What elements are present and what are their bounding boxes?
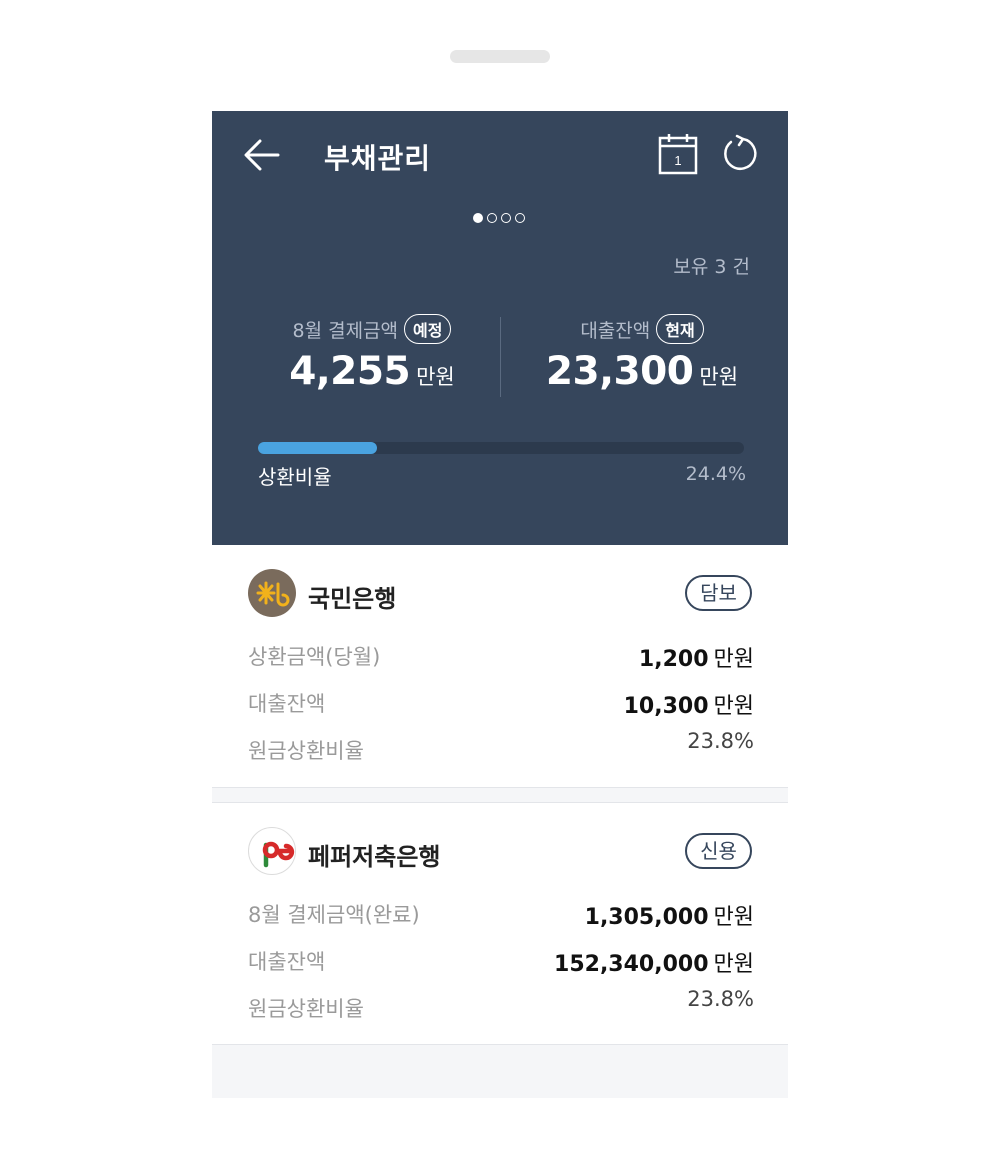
page-title: 부채관리 <box>324 142 432 175</box>
refresh-icon <box>724 134 757 170</box>
detail-value: 10,300 <box>623 694 709 719</box>
detail-label: 상환금액(당월) <box>248 645 381 669</box>
detail-unit: 만원 <box>713 905 754 930</box>
loan-card[interactable]: 페퍼저축은행 신용 8월 결제금액(완료) 1,305,000 만원 대출잔액 … <box>212 802 788 1045</box>
balance-amount: 23,300 <box>545 349 694 394</box>
page-dot[interactable] <box>501 213 511 223</box>
balance-label: 대출잔액 <box>580 319 651 342</box>
summary-divider <box>500 317 501 397</box>
detail-label: 대출잔액 <box>248 692 326 716</box>
back-arrow-icon <box>244 139 280 171</box>
detail-value: 23.8% <box>687 987 754 1011</box>
payment-status-badge: 예정 <box>404 314 452 344</box>
detail-label: 대출잔액 <box>248 950 326 974</box>
kb-bank-logo-icon <box>248 569 296 617</box>
repayment-progress-fill <box>258 442 377 454</box>
page-indicator <box>473 213 525 223</box>
holding-count: 보유 3 건 <box>673 256 750 278</box>
payment-label: 8월 결제금액 <box>292 319 399 342</box>
payment-amount: 4,255 <box>289 349 411 394</box>
page-dot[interactable] <box>515 213 525 223</box>
detail-value: 1,200 <box>638 647 709 672</box>
detail-unit: 만원 <box>713 952 754 977</box>
detail-label: 8월 결제금액(완료) <box>248 903 420 927</box>
loan-type-badge: 신용 <box>685 833 752 869</box>
payment-summary: 8월 결제금액 예정 4,255 만원 <box>247 313 497 394</box>
repayment-label: 상환비율 <box>258 465 332 489</box>
page-dot[interactable] <box>473 213 483 223</box>
device-notch <box>450 50 550 63</box>
detail-unit: 만원 <box>713 694 754 719</box>
detail-row: 8월 결제금액(완료) 1,305,000 만원 <box>248 899 754 930</box>
detail-value: 1,305,000 <box>584 905 709 930</box>
detail-row: 원금상환비율 23.8% <box>248 729 754 765</box>
back-button[interactable] <box>242 135 284 175</box>
detail-value: 23.8% <box>687 729 754 753</box>
summary-header: 부채관리 1 보유 3 건 8월 결제금액 예정 4,255 만원 대출잔액 현… <box>212 111 788 545</box>
repayment-progress-bar <box>258 442 744 454</box>
repayment-percent: 24.4% <box>685 463 746 485</box>
calendar-day: 1 <box>674 153 681 168</box>
calendar-button[interactable]: 1 <box>658 133 698 175</box>
detail-row: 대출잔액 10,300 만원 <box>248 688 754 719</box>
page-dot[interactable] <box>487 213 497 223</box>
pepper-bank-logo-icon <box>248 827 296 875</box>
bank-name: 페퍼저축은행 <box>308 843 441 871</box>
detail-unit: 만원 <box>713 647 754 672</box>
detail-value: 152,340,000 <box>554 952 709 977</box>
detail-row: 상환금액(당월) 1,200 만원 <box>248 641 754 672</box>
balance-unit: 만원 <box>699 365 739 389</box>
balance-status-badge: 현재 <box>656 314 704 344</box>
detail-label: 원금상환비율 <box>248 997 364 1021</box>
loan-card[interactable]: 국민은행 담보 상환금액(당월) 1,200 만원 대출잔액 10,300 만원… <box>212 545 788 788</box>
bank-name: 국민은행 <box>308 585 397 613</box>
detail-label: 원금상환비율 <box>248 739 364 763</box>
payment-unit: 만원 <box>416 365 455 389</box>
detail-row: 원금상환비율 23.8% <box>248 987 754 1023</box>
refresh-button[interactable] <box>718 133 760 175</box>
calendar-icon: 1 <box>658 134 698 175</box>
balance-summary: 대출잔액 현재 23,300 만원 <box>517 313 767 394</box>
loan-type-badge: 담보 <box>685 575 752 611</box>
app-screen: 부채관리 1 보유 3 건 8월 결제금액 예정 4,255 만원 대출잔액 현… <box>212 111 788 1098</box>
detail-row: 대출잔액 152,340,000 만원 <box>248 946 754 977</box>
